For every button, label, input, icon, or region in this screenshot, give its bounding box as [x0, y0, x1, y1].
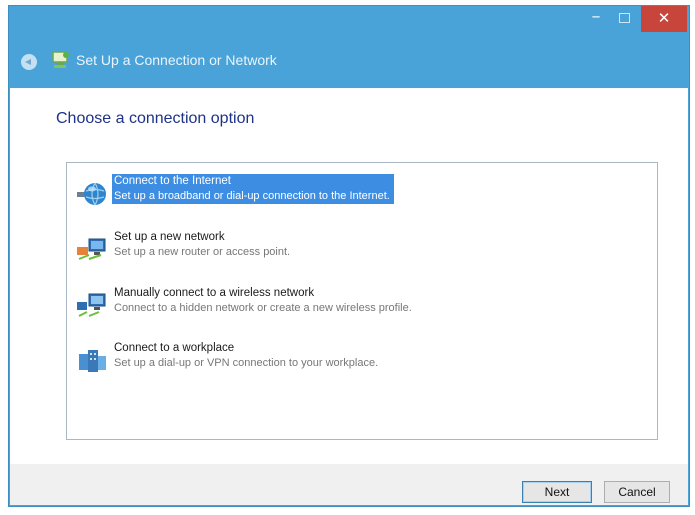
cancel-button[interactable]: Cancel [604, 481, 670, 503]
option-title: Manually connect to a wireless network [114, 287, 315, 299]
close-icon: ✕ [657, 9, 671, 27]
option-connect-internet[interactable]: Connect to the Internet Set up a broadba… [73, 173, 633, 215]
content-area: Choose a connection option Connect to th… [10, 88, 688, 464]
option-text: Connect to the Internet Set up a broadba… [112, 174, 394, 204]
option-text: Manually connect to a wireless network C… [114, 286, 412, 316]
back-button[interactable] [21, 54, 37, 70]
minimize-button[interactable]: – [581, 6, 611, 32]
connection-options-list[interactable]: Connect to the Internet Set up a broadba… [66, 162, 658, 440]
network-setup-icon [52, 51, 69, 68]
option-title: Connect to a workplace [114, 342, 235, 354]
option-text: Set up a new network Set up a new router… [114, 230, 290, 260]
option-title: Connect to the Internet [114, 175, 231, 187]
dialog-window: – ✕ Set Up a Connection or Network Choos… [9, 6, 689, 506]
wireless-network-icon [77, 293, 106, 317]
page-heading: Choose a connection option [56, 110, 255, 127]
maximize-icon [619, 13, 630, 23]
globe-network-icon [77, 182, 106, 206]
option-connect-workplace[interactable]: Connect to a workplace Set up a dial-up … [73, 340, 633, 382]
maximize-button[interactable] [611, 6, 637, 32]
option-description: Set up a new router or access point. [114, 246, 291, 258]
title-bar[interactable]: – ✕ Set Up a Connection or Network [9, 6, 689, 88]
next-button[interactable]: Next [522, 481, 592, 503]
workplace-icon [79, 350, 106, 372]
router-network-icon [77, 238, 106, 260]
option-setup-new-network[interactable]: Set up a new network Set up a new router… [73, 229, 633, 271]
window-title: Set Up a Connection or Network [76, 52, 277, 68]
minimize-icon: – [591, 6, 601, 27]
option-description: Connect to a hidden network or create a … [114, 302, 412, 314]
option-title: Set up a new network [114, 231, 225, 243]
option-description: Set up a dial-up or VPN connection to yo… [114, 357, 379, 369]
option-description: Set up a broadband or dial-up connection… [114, 190, 390, 202]
option-manual-wireless[interactable]: Manually connect to a wireless network C… [73, 285, 633, 327]
option-text: Connect to a workplace Set up a dial-up … [114, 341, 378, 371]
close-button[interactable]: ✕ [641, 6, 687, 32]
footer-bar: Next Cancel [10, 464, 688, 505]
